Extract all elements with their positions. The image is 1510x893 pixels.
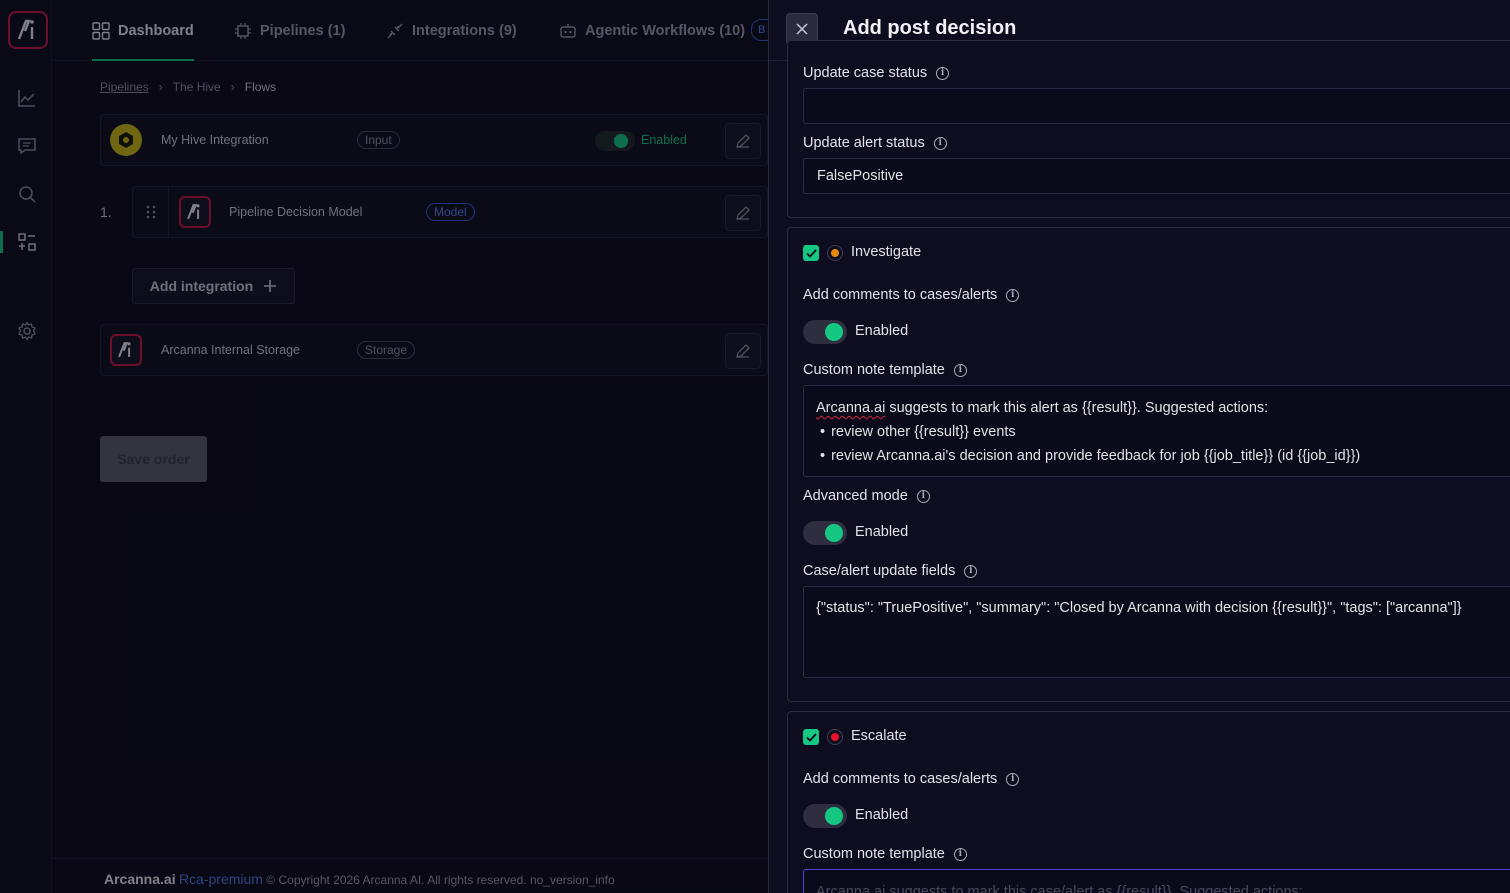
investigate-section: Investigate Add comments to cases/alerts… [787,227,1510,702]
escalate-comments-toggle[interactable] [803,804,847,828]
info-icon[interactable]: i [936,66,950,80]
investigate-comments-toggle-label: Enabled [855,323,909,339]
investigate-template-label: Custom note template i [803,362,967,378]
add-post-decision-drawer: Add post decision Update case status i U… [768,0,1510,893]
advanced-mode-toggle[interactable] [803,521,847,545]
info-icon[interactable]: i [953,847,967,861]
checkmark-icon [805,248,817,258]
advanced-mode-label: Advanced mode i [803,488,930,504]
template-line: review Arcanna.ai's decision and provide… [816,444,1510,468]
info-icon[interactable]: i [1006,288,1020,302]
update-fields-textarea[interactable]: {"status": "TruePositive", "summary": "C… [803,586,1510,678]
status-section: Update case status i Update alert status… [787,40,1510,218]
checkmark-icon [805,732,817,742]
update-case-status-select[interactable] [803,88,1510,124]
info-icon[interactable]: i [964,564,978,578]
update-alert-status-select[interactable]: FalsePositive [803,158,1510,194]
investigate-status-dot [827,245,843,261]
close-icon [796,23,808,35]
info-icon[interactable]: i [1006,772,1020,786]
escalate-comments-label: Add comments to cases/alerts i [803,771,1020,787]
escalate-template-textarea[interactable]: Arcanna.ai suggests to mark this case/al… [803,869,1510,893]
template-line: Arcanna.ai suggests to mark this alert a… [816,400,1269,416]
info-icon[interactable]: i [933,136,947,150]
info-icon[interactable]: i [953,363,967,377]
investigate-comments-toggle[interactable] [803,320,847,344]
escalate-comments-toggle-label: Enabled [855,807,909,823]
escalate-status-dot [827,729,843,745]
modal-backdrop[interactable] [0,0,768,893]
investigate-checkbox[interactable] [803,245,819,261]
investigate-template-textarea[interactable]: Arcanna.ai suggests to mark this alert a… [803,385,1510,477]
update-fields-label: Case/alert update fields i [803,563,978,579]
advanced-mode-toggle-label: Enabled [855,524,909,540]
drawer-title: Add post decision [843,17,1017,39]
template-line: review other {{result}} events [816,420,1510,444]
escalate-template-label: Custom note template i [803,846,967,862]
escalate-checkbox[interactable] [803,729,819,745]
update-case-status-label: Update case status i [803,65,950,81]
investigate-comments-label: Add comments to cases/alerts i [803,287,1020,303]
template-line: Arcanna.ai suggests to mark this case/al… [816,884,1303,893]
update-alert-status-label: Update alert status i [803,135,947,151]
investigate-label: Investigate [851,244,922,260]
update-fields-value: {"status": "TruePositive", "summary": "C… [816,600,1462,616]
info-icon[interactable]: i [916,489,930,503]
escalate-section: Escalate Add comments to cases/alerts i … [787,711,1510,893]
escalate-label: Escalate [851,728,907,744]
